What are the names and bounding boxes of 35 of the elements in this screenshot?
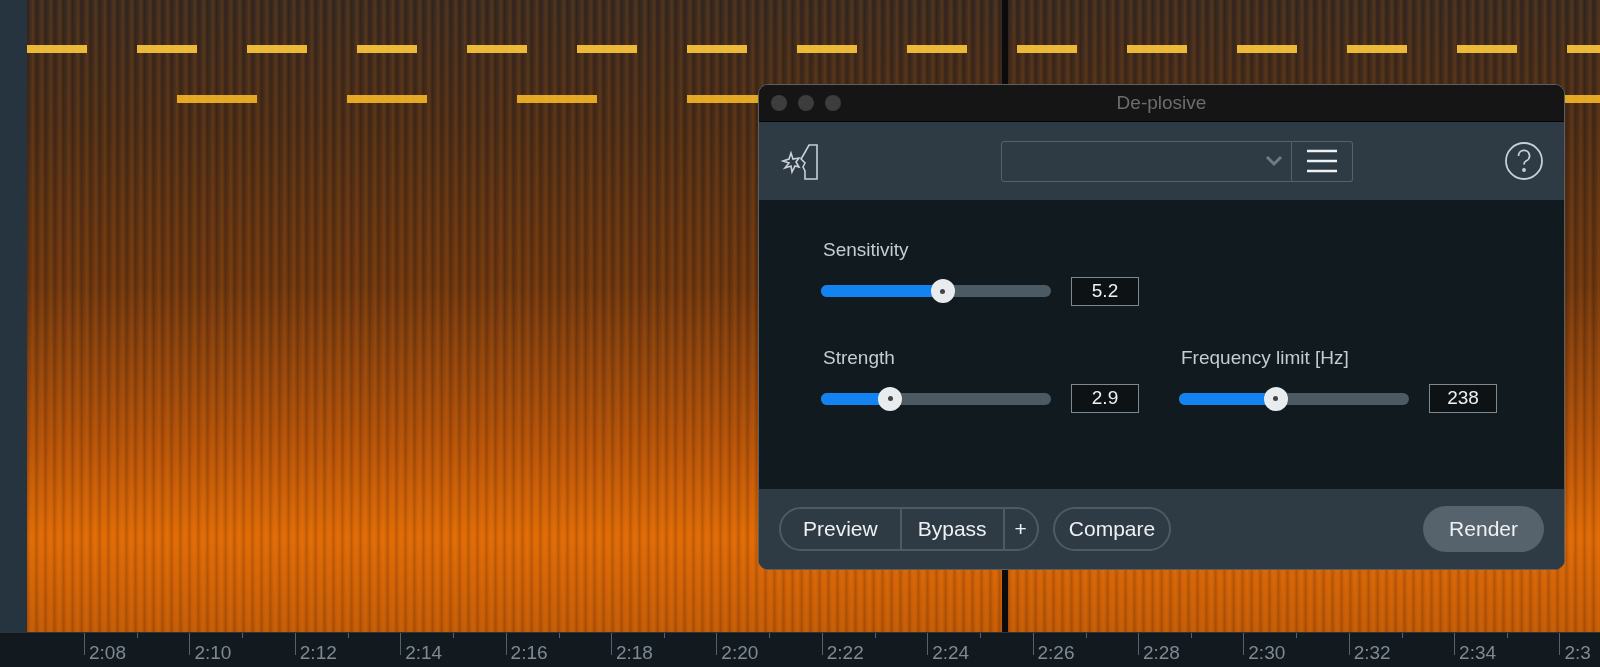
slider[interactable] (1179, 385, 1409, 412)
footer-button[interactable]: + (1002, 509, 1037, 549)
time-label: 2:10 (194, 641, 232, 665)
time-label: 2:08 (89, 641, 126, 665)
slider[interactable] (821, 385, 1051, 412)
help-icon[interactable] (1504, 141, 1544, 181)
slider-label: Sensitivity (823, 238, 909, 262)
footer-button[interactable]: Preview (781, 509, 900, 549)
value-field[interactable]: 5.2 (1071, 276, 1139, 306)
time-label: 2:12 (299, 641, 337, 665)
time-label: 2:18 (615, 641, 653, 665)
time-label: 2:28 (1142, 641, 1180, 665)
compare-button[interactable]: Compare (1052, 507, 1172, 551)
time-label: 2:34 (1459, 641, 1497, 665)
time-label: 2:20 (721, 641, 759, 665)
chevron-down-icon (1264, 155, 1283, 167)
value-field[interactable]: 238 (1429, 384, 1497, 413)
render-button[interactable]: Render (1423, 506, 1544, 552)
time-label: 2:3 (1564, 641, 1591, 665)
time-label: 2:16 (510, 641, 548, 665)
window-title: De-plosive (1116, 90, 1207, 115)
value-field[interactable]: 2.9 (1071, 384, 1139, 413)
time-label: 2:32 (1353, 641, 1391, 665)
time-label: 2:14 (405, 641, 443, 665)
time-label: 2:24 (932, 641, 970, 665)
time-label: 2:30 (1248, 641, 1286, 665)
menu-button[interactable] (1291, 140, 1353, 182)
menu-icon (1305, 149, 1338, 173)
slider-label: Strength (823, 345, 895, 370)
time-label: 2:26 (1037, 641, 1075, 665)
slider-label: Frequency limit [Hz] (1181, 345, 1349, 370)
footer-button[interactable]: Bypass (899, 509, 1003, 549)
time-label: 2:22 (826, 641, 864, 665)
plosive-mouth-icon (779, 141, 819, 181)
slider[interactable] (821, 278, 1051, 304)
